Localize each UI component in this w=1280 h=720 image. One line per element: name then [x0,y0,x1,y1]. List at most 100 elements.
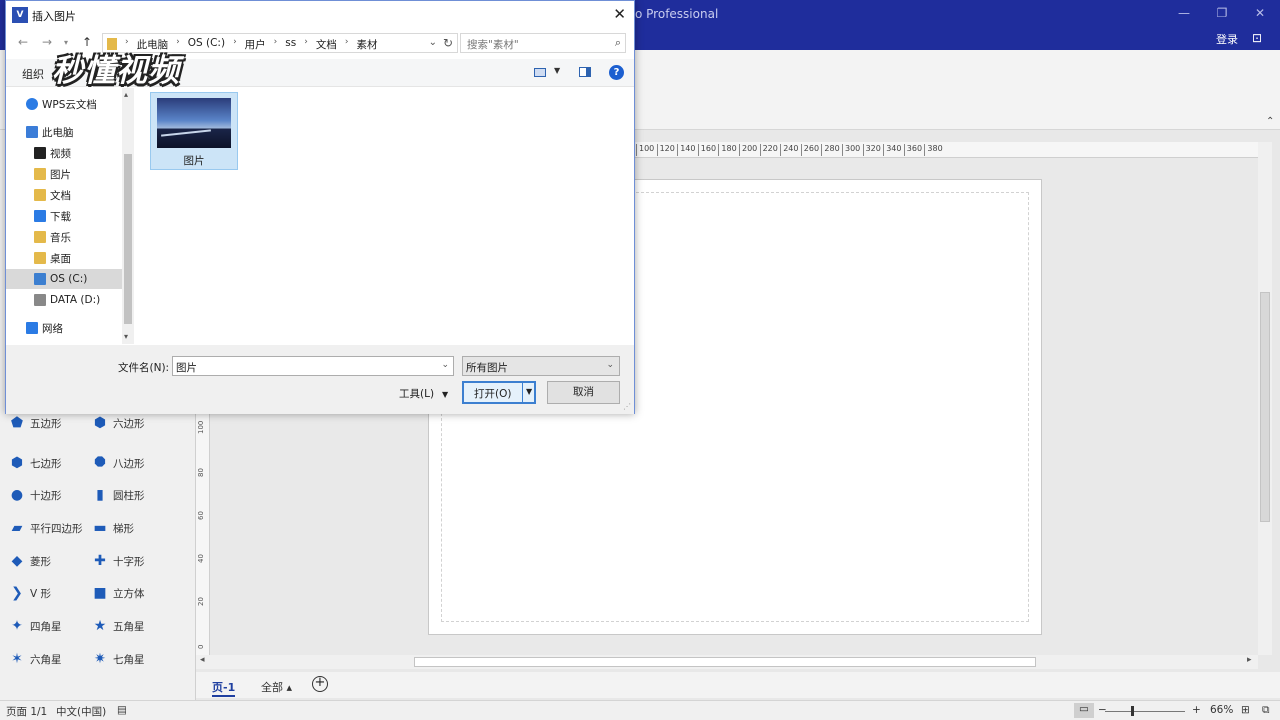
organize-button[interactable]: 组织 [22,66,44,82]
nav-item[interactable]: 下载 [34,206,71,226]
nav-item[interactable]: 文档 [34,185,71,205]
language-indicator[interactable]: 中文(中国) [56,704,106,719]
breadcrumb-separator-icon[interactable]: › [274,37,278,52]
minimize-icon[interactable]: — [1174,6,1194,20]
breadcrumb-separator-icon[interactable]: › [233,37,237,52]
zoom-in-icon[interactable]: + [1192,704,1201,716]
shape-item[interactable]: ▬ 梯形 [93,518,134,538]
nav-scroll-thumb[interactable] [124,154,132,324]
nav-item[interactable]: 图片 [34,164,71,184]
scroll-left-icon[interactable]: ◂ [200,655,205,665]
nav-scroll-up-icon[interactable]: ▴ [124,90,128,99]
view-mode-icon[interactable] [534,68,546,77]
cloud-icon [26,98,38,110]
breadcrumb-separator-icon[interactable]: › [304,37,308,52]
nav-item[interactable]: 视频 [34,143,71,163]
breadcrumb-separator-icon[interactable]: › [345,37,349,52]
add-page-icon[interactable]: + [312,676,328,692]
view-dropdown-icon[interactable]: ▼ [554,66,560,75]
breadcrumb-item[interactable]: 用户 [245,37,266,52]
star6-icon: ✶ [11,651,23,667]
open-button[interactable]: 打开(O) ▼ [462,381,536,404]
restore-icon[interactable]: ❐ [1212,6,1232,20]
ruler-tick-label: 0 [197,644,205,649]
breadcrumb-item[interactable]: ss [285,37,296,52]
tools-menu[interactable]: 工具(L) ▼ [399,386,448,401]
pentagon-icon: ⬟ [10,415,24,431]
zoom-level[interactable]: 66% [1210,704,1233,716]
cancel-button[interactable]: 取消 [547,381,620,404]
nav-item[interactable]: DATA (D:) [34,290,100,310]
filename-field[interactable]: 图片 ⌄ [172,356,454,376]
desktop-folder-icon [34,252,46,264]
presentation-mode-icon[interactable]: ▭ [1074,703,1094,718]
file-item[interactable]: 图片 [150,92,238,170]
shape-label: 十字形 [113,555,145,568]
close-window-icon[interactable]: ✕ [1250,6,1270,20]
app-title: o Professional [635,7,719,21]
search-box[interactable]: 搜索"素材" ⌕ [460,33,626,53]
page-tabs: 页-1 全部 ▴ + [196,672,1280,698]
video-folder-icon [34,147,46,159]
vertical-scrollbar[interactable] [1258,142,1272,655]
zoom-slider[interactable] [1105,711,1185,712]
collapse-ribbon-icon[interactable]: ⌃ [1266,116,1274,127]
horizontal-scrollbar[interactable]: ◂ ▸ [196,655,1258,669]
address-dropdown-icon[interactable]: ⌄ [429,37,437,48]
switch-window-icon[interactable]: ⧉ [1262,704,1270,717]
breadcrumb-item[interactable]: OS (C:) [188,37,225,52]
shape-item[interactable]: ✷ 七角星 [93,649,144,669]
macro-icon[interactable]: ▤ [117,704,127,716]
tab-page-1[interactable]: 页-1 [212,679,236,697]
login-link[interactable]: 登录 [1216,31,1238,47]
nav-item[interactable]: 桌面 [34,248,71,268]
breadcrumb-item[interactable]: 素材 [356,37,377,52]
filetype-dropdown-icon: ⌄ [606,360,614,370]
horizontal-scroll-thumb[interactable] [414,657,1036,667]
shape-item[interactable]: ✚ 十字形 [93,551,145,571]
shape-item[interactable]: ▰ 平行四边形 [10,518,83,538]
image-thumbnail [157,98,231,148]
nav-item[interactable]: OS (C:) [6,269,122,289]
search-icon[interactable]: ⌕ [615,36,621,50]
shape-item[interactable]: ● 十边形 [10,485,62,505]
filename-dropdown-icon[interactable]: ⌄ [441,360,449,370]
shape-item[interactable]: ❯ V 形 [10,583,51,603]
nav-item[interactable]: 网络 [26,318,63,338]
scroll-right-icon[interactable]: ▸ [1247,655,1252,665]
refresh-icon[interactable]: ↻ [443,36,453,50]
nav-scrollbar[interactable]: ▴ ▾ [122,88,134,344]
shape-item[interactable]: ▮ 圆柱形 [93,485,144,505]
open-dropdown-icon[interactable]: ▼ [526,387,532,396]
help-icon[interactable]: ? [609,65,624,80]
zoom-out-icon[interactable]: − [1098,704,1107,716]
shape-item[interactable]: ◆ 菱形 [10,551,51,571]
vertical-scroll-thumb[interactable] [1260,292,1270,522]
nav-item[interactable]: WPS云文档 [26,94,97,114]
shape-item[interactable]: ⬢ 七边形 [10,453,62,473]
close-icon[interactable]: ✕ [613,5,626,23]
shape-label: 五边形 [30,417,62,430]
back-arrow-icon[interactable]: ← [18,35,28,49]
nav-item[interactable]: 音乐 [34,227,71,247]
resize-grip-icon[interactable]: ⋰ [623,402,631,411]
shape-item[interactable]: ■ 立方体 [93,583,144,603]
shape-item[interactable]: ⬢ 六边形 [93,413,145,433]
shape-item[interactable]: ⬟ 五边形 [10,413,62,433]
forward-arrow-icon[interactable]: → [42,35,52,49]
ruler-tick-label: 200 [739,144,757,156]
zoom-slider-thumb[interactable] [1131,706,1134,716]
ruler-tick-label: 100 [636,144,654,156]
nav-item[interactable]: 此电脑 [26,122,74,142]
ribbon-display-icon[interactable]: ⊡ [1252,31,1262,45]
shape-item[interactable]: ★ 五角星 [93,616,145,636]
nav-scroll-down-icon[interactable]: ▾ [124,332,128,341]
preview-pane-icon[interactable] [579,67,591,77]
shape-item[interactable]: ✦ 四角星 [10,616,61,636]
shape-item[interactable]: ⯃ 八边形 [93,453,144,473]
breadcrumb-item[interactable]: 文档 [316,37,337,52]
fit-page-icon[interactable]: ⊞ [1241,704,1250,716]
filetype-select[interactable]: 所有图片 ⌄ [462,356,620,376]
shape-item[interactable]: ✶ 六角星 [10,649,61,669]
tab-all-pages[interactable]: 全部 ▴ [261,679,292,695]
